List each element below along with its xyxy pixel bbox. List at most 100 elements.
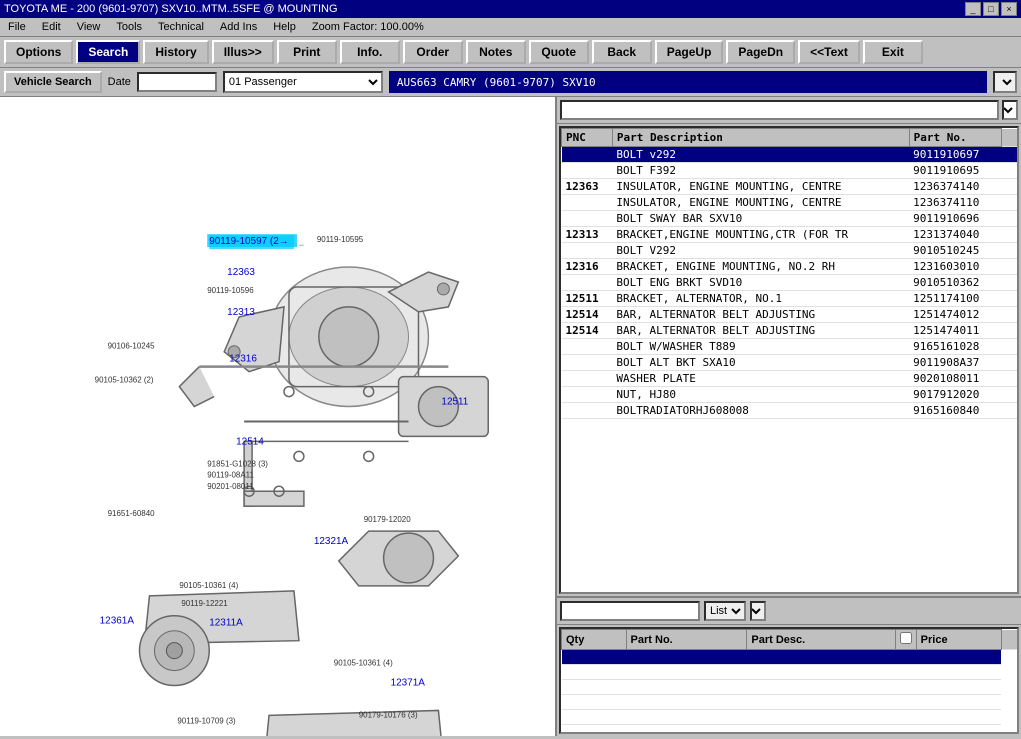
menu-help[interactable]: Help (269, 20, 300, 34)
notes-button[interactable]: Notes (466, 40, 526, 64)
checkbox-header[interactable] (895, 630, 916, 650)
text-button[interactable]: <<Text (798, 40, 860, 64)
svg-text:12511: 12511 (441, 397, 468, 408)
table-row (562, 695, 1018, 710)
svg-text:90105-10362 (2): 90105-10362 (2) (95, 376, 154, 385)
svg-text:90105-10361 (4): 90105-10361 (4) (179, 581, 238, 590)
desc-cell: INSULATOR, ENGINE MOUNTING, CENTRE (612, 195, 909, 211)
desc-cell: BOLT W/WASHER T889 (612, 339, 909, 355)
svg-text:12321A: 12321A (314, 536, 349, 547)
pagedn-button[interactable]: PageDn (726, 40, 795, 64)
part-no-cell: 1236374110 (909, 195, 1001, 211)
print-button[interactable]: Print (277, 40, 337, 64)
table-row[interactable]: 12316 BRACKET, ENGINE MOUNTING, NO.2 RH … (562, 259, 1018, 275)
table-row[interactable]: BOLT SWAY BAR SXV10 9011910696 (562, 211, 1018, 227)
desc-cell: BOLT ALT BKT SXA10 (612, 355, 909, 371)
part-no-cell: 1236374140 (909, 179, 1001, 195)
illus-button[interactable]: Illus>> (212, 40, 274, 64)
vehicle-search-button[interactable]: Vehicle Search (4, 71, 102, 93)
svg-text:90179-10176 (3): 90179-10176 (3) (359, 710, 418, 719)
menu-tools[interactable]: Tools (112, 20, 146, 34)
pnc-cell: 12363 (562, 179, 613, 195)
menu-addins[interactable]: Add Ins (216, 20, 261, 34)
table-row[interactable]: BOLT F392 9011910695 (562, 163, 1018, 179)
table-row (562, 665, 1018, 680)
table-row[interactable]: 12514 BAR, ALTERNATOR BELT ADJUSTING 125… (562, 323, 1018, 339)
back-button[interactable]: Back (592, 40, 652, 64)
parts-search-dropdown[interactable] (1002, 100, 1018, 120)
options-button[interactable]: Options (4, 40, 73, 64)
parts-table-container[interactable]: PNC Part Description Part No. BOLT v292 … (559, 126, 1019, 594)
table-row[interactable]: 12363 INSULATOR, ENGINE MOUNTING, CENTRE… (562, 179, 1018, 195)
order-toolbar: List (557, 598, 1021, 625)
table-row[interactable]: 12511 BRACKET, ALTERNATOR, NO.1 12511741… (562, 291, 1018, 307)
desc-cell: BOLT ENG BRKT SVD10 (612, 275, 909, 291)
desc-cell: BRACKET, ALTERNATOR, NO.1 (612, 291, 909, 307)
list-dropdown[interactable] (750, 601, 766, 621)
desc-cell: BAR, ALTERNATOR BELT ADJUSTING (612, 323, 909, 339)
part-no-cell: 9011908A37 (909, 355, 1001, 371)
table-row[interactable]: BOLT W/WASHER T889 9165161028 (562, 339, 1018, 355)
order-button[interactable]: Order (403, 40, 463, 64)
order-input[interactable] (560, 601, 700, 621)
category-select[interactable]: 01 Passenger (223, 71, 383, 93)
menu-file[interactable]: File (4, 20, 30, 34)
order-panel: List Qty Part No. Part Desc. Price (557, 596, 1021, 736)
part-no-cell: 9010510245 (909, 243, 1001, 259)
desc-cell: BOLT SWAY BAR SXV10 (612, 211, 909, 227)
part-no-cell: 9011910697 (909, 147, 1001, 163)
table-row[interactable]: BOLTRADIATORHJ608008 9165160840 (562, 403, 1018, 419)
part-no-cell: 1251174100 (909, 291, 1001, 307)
table-row[interactable]: WASHER PLATE 9020108011 (562, 371, 1018, 387)
close-button[interactable]: × (1001, 2, 1017, 16)
date-label: Date (108, 76, 131, 88)
svg-text:91851-G1028 (3): 91851-G1028 (3) (207, 459, 268, 468)
pageup-button[interactable]: PageUp (655, 40, 724, 64)
order-table-container[interactable]: Qty Part No. Part Desc. Price (559, 627, 1019, 734)
order-table-body (562, 650, 1018, 725)
order-table: Qty Part No. Part Desc. Price (561, 629, 1017, 725)
table-row[interactable]: BOLT ALT BKT SXA10 9011908A37 (562, 355, 1018, 371)
pnc-cell (562, 371, 613, 387)
table-row[interactable]: BOLT v292 9011910697 (562, 147, 1018, 163)
part-desc-header: Part Description (612, 129, 909, 147)
qty-header: Qty (562, 630, 627, 650)
history-button[interactable]: History (143, 40, 208, 64)
svg-text:91651-60840: 91651-60840 (108, 509, 156, 518)
menu-view[interactable]: View (73, 20, 105, 34)
svg-text:90119-10597 (2→: 90119-10597 (2→ (209, 236, 289, 247)
vehicle-dropdown[interactable] (993, 71, 1017, 93)
table-row[interactable]: 12313 BRACKET,ENGINE MOUNTING,CTR (FOR T… (562, 227, 1018, 243)
table-row[interactable]: BOLT V292 9010510245 (562, 243, 1018, 259)
svg-text:12361A: 12361A (100, 616, 135, 627)
pnc-cell: 12514 (562, 323, 613, 339)
desc-cell: BRACKET,ENGINE MOUNTING,CTR (FOR TR (612, 227, 909, 243)
menu-technical[interactable]: Technical (154, 20, 208, 34)
pnc-cell (562, 403, 613, 419)
parts-table: PNC Part Description Part No. BOLT v292 … (561, 128, 1017, 419)
minimize-button[interactable]: _ (965, 2, 981, 16)
parts-table-body: BOLT v292 9011910697 BOLT F392 901191069… (562, 147, 1018, 419)
price-header: Price (916, 630, 1001, 650)
list-select[interactable]: List (704, 601, 746, 621)
menu-edit[interactable]: Edit (38, 20, 65, 34)
search-button[interactable]: Search (76, 40, 140, 64)
table-row[interactable]: INSULATOR, ENGINE MOUNTING, CENTRE 12363… (562, 195, 1018, 211)
part-no-cell: 9017912020 (909, 387, 1001, 403)
part-no-cell: 9011910695 (909, 163, 1001, 179)
parts-search-input[interactable] (560, 100, 999, 120)
titlebar: TOYOTA ME - 200 (9601-9707) SXV10..MTM..… (0, 0, 1021, 18)
svg-text:90179-12020: 90179-12020 (364, 515, 412, 524)
maximize-button[interactable]: □ (983, 2, 999, 16)
table-row[interactable]: BOLT ENG BRKT SVD10 9010510362 (562, 275, 1018, 291)
table-row[interactable]: NUT, HJ80 9017912020 (562, 387, 1018, 403)
date-input[interactable] (137, 72, 217, 92)
svg-text:90119-12221: 90119-12221 (181, 599, 228, 608)
vehicle-display: AUS663 CAMRY (9601-9707) SXV10 (389, 71, 987, 93)
quote-button[interactable]: Quote (529, 40, 589, 64)
table-row[interactable]: 12514 BAR, ALTERNATOR BELT ADJUSTING 125… (562, 307, 1018, 323)
pnc-cell (562, 211, 613, 227)
desc-cell: BRACKET, ENGINE MOUNTING, NO.2 RH (612, 259, 909, 275)
exit-button[interactable]: Exit (863, 40, 923, 64)
info-button[interactable]: Info. (340, 40, 400, 64)
